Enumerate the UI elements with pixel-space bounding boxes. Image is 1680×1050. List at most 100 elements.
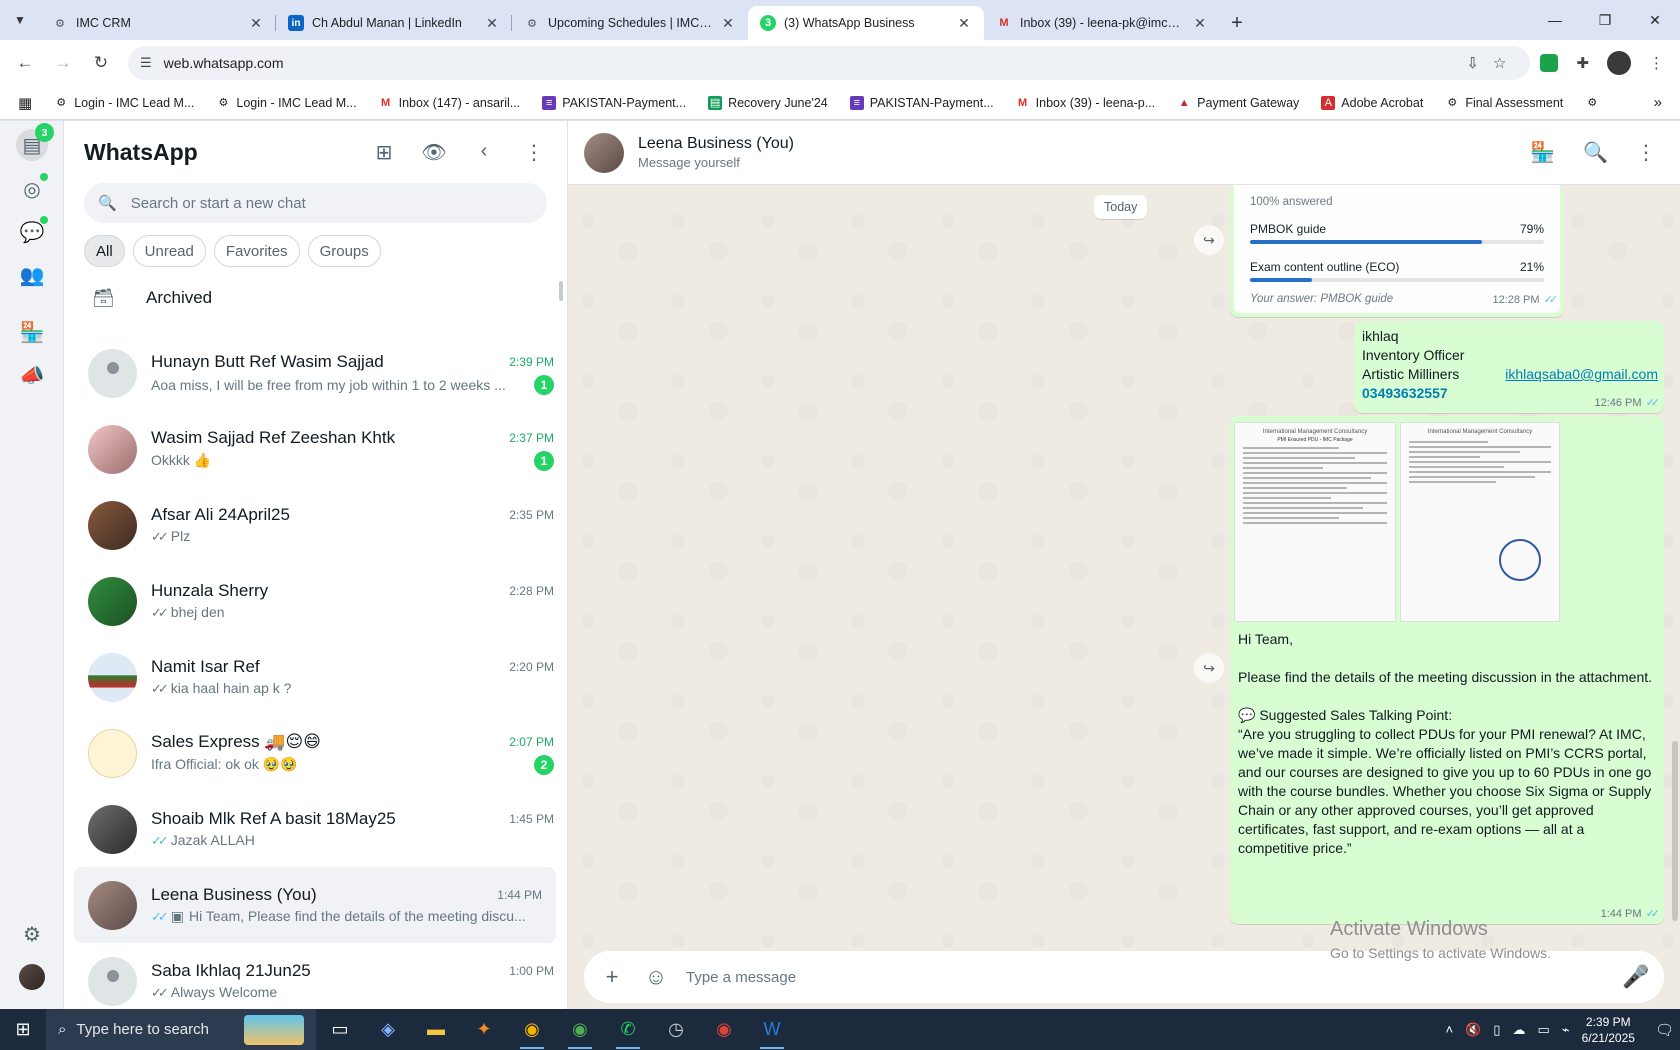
menu-kebab-icon[interactable]: ⋮	[1636, 140, 1656, 165]
taskbar-search[interactable]: ⌕ Type here to search	[46, 1009, 316, 1050]
filter-all[interactable]: All	[84, 235, 125, 267]
chrome-icon[interactable]: ◉	[508, 1009, 556, 1050]
new-chat-icon[interactable]: ⊞	[371, 140, 397, 165]
install-app-icon[interactable]: ⇩	[1466, 54, 1479, 72]
extensions-puzzle-icon[interactable]: ✚	[1576, 54, 1589, 72]
contact-avatar[interactable]	[584, 132, 624, 173]
communities-icon[interactable]: 👥	[16, 259, 48, 291]
chats-icon[interactable]: ▤ 3	[16, 123, 54, 161]
sticker-emoji-icon[interactable]: ☺	[642, 964, 670, 990]
browser-tab-linkedin[interactable]: in Ch Abdul Manan | LinkedIn ✕	[276, 6, 512, 40]
notifications-icon[interactable]: 🗨	[1655, 1021, 1674, 1039]
catalog-store-icon[interactable]: 🏪	[1530, 140, 1555, 165]
settings-gear-icon[interactable]: ⚙	[16, 918, 48, 950]
default-avatar-icon[interactable]	[88, 956, 137, 1006]
document-thumbnail[interactable]: International Management Consultancy	[1400, 422, 1560, 622]
bookmark-star-icon[interactable]: ☆	[1493, 54, 1506, 72]
taskbar-clock[interactable]: 2:39 PM 6/21/2025	[1582, 1014, 1635, 1046]
apps-grid-icon[interactable]: ▦	[10, 94, 40, 112]
app-blue-orange-icon[interactable]: ✦	[460, 1009, 508, 1050]
search-icon[interactable]: 🔍	[1583, 140, 1608, 165]
weather-cloud-icon[interactable]: ☁	[1512, 1022, 1525, 1038]
close-tab-icon[interactable]: ✕	[484, 15, 500, 32]
browser-tab-whatsapp[interactable]: 3 (3) WhatsApp Business ✕	[748, 6, 984, 40]
word-icon[interactable]: W	[748, 1009, 796, 1050]
bookmark-item[interactable]: M Inbox (39) - leena-p...	[1008, 96, 1164, 110]
forward-icon[interactable]: ↪	[1194, 225, 1224, 255]
more-bookmarks-icon[interactable]: »	[1646, 94, 1670, 111]
close-tab-icon[interactable]: ✕	[956, 15, 972, 32]
browser-tab-schedules[interactable]: ⚙ Upcoming Schedules | IMC Certif ✕	[512, 6, 748, 40]
bookmark-item[interactable]: ⚙ Login - IMC Lead M...	[208, 96, 364, 110]
poll-message[interactable]: 100% answered PMBOK guide 79% Exam conte…	[1230, 185, 1564, 317]
microphone-icon[interactable]: 🎤	[1622, 964, 1650, 990]
conversation-scrollbar[interactable]	[1672, 741, 1678, 921]
hide-eye-icon[interactable]: 👁	[421, 140, 447, 165]
browser-tab-gmail[interactable]: M Inbox (39) - leena-pk@imccertif ✕	[984, 6, 1220, 40]
chat-list-item[interactable]: Sales Express 🚚😌😄 2:07 PM Ifra Official: o…	[64, 715, 568, 791]
search-box[interactable]: 🔍	[84, 183, 547, 223]
catalog-store-icon[interactable]: 🏪	[16, 316, 48, 348]
forward-icon[interactable]: ↪	[1194, 653, 1224, 683]
chat-avatar[interactable]	[88, 500, 137, 550]
network-icon[interactable]: ⌁	[1562, 1022, 1570, 1038]
tray-device-icon[interactable]: ▯	[1493, 1022, 1500, 1038]
tab-search-button[interactable]: ▼	[0, 0, 40, 40]
bookmark-item[interactable]: ▤ Recovery June'24	[700, 95, 836, 110]
copilot-icon[interactable]: ◈	[364, 1009, 412, 1050]
close-window-icon[interactable]: ✕	[1630, 0, 1680, 40]
message-input[interactable]	[686, 968, 1606, 986]
status-icon[interactable]: ◎	[16, 173, 48, 205]
attach-plus-icon[interactable]: +	[598, 964, 626, 990]
forward-button[interactable]: →	[46, 46, 80, 80]
extension-green-icon[interactable]	[1540, 54, 1559, 72]
archived-row[interactable]: 🗃 Archived	[64, 273, 567, 323]
contact-email-link[interactable]: ikhlaqsaba0@gmail.com	[1505, 365, 1658, 384]
minimize-icon[interactable]: —	[1530, 0, 1580, 40]
battery-icon[interactable]: ▭	[1537, 1022, 1549, 1038]
tray-chevron-up-icon[interactable]: ˄	[1446, 1022, 1454, 1037]
task-view-icon[interactable]: ▭	[316, 1009, 364, 1050]
whatsapp-icon[interactable]: ✆	[604, 1009, 652, 1050]
my-profile-avatar[interactable]	[19, 964, 45, 990]
chat-avatar[interactable]	[88, 576, 137, 626]
bookmark-item[interactable]: ▲ Payment Gateway	[1169, 96, 1307, 110]
reload-button[interactable]: ↻	[84, 46, 118, 80]
filter-favorites[interactable]: Favorites	[213, 235, 300, 267]
chat-list-item[interactable]: Namit Isar Ref 2:20 PM ✓✓ kia haal hain ap …	[64, 639, 568, 715]
browser-tab-imc-crm[interactable]: ⚙ IMC CRM ✕	[40, 6, 276, 40]
document-thumbnail[interactable]: International Management Consultancy PMI…	[1234, 422, 1396, 622]
chevron-left-icon[interactable]: ‹	[471, 140, 497, 165]
new-tab-button[interactable]: +	[1220, 6, 1254, 40]
profile-avatar[interactable]	[1607, 51, 1631, 75]
close-tab-icon[interactable]: ✕	[248, 15, 264, 32]
chat-list-item[interactable]: Shoaib Mlk Ref A basit 18May25 1:45 PM ✓✓ J…	[64, 791, 568, 867]
chat-list-item[interactable]: Hunayn Butt Ref Wasim Sajjad 2:39 PM Aoa m…	[64, 335, 568, 411]
chrome-icon[interactable]: ◉	[700, 1009, 748, 1050]
chat-list-scrollbar[interactable]	[559, 281, 563, 301]
contact-card-message[interactable]: ikhlaq Inventory Officer Artistic Millin…	[1354, 321, 1664, 413]
chat-list-item[interactable]: Saba Ikhlaq 21Jun25 1:00 PM ✓✓ Always Welco…	[64, 943, 568, 1019]
chat-list-item[interactable]: Afsar Ali 24April25 2:35 PM ✓✓ Plz	[64, 487, 568, 563]
channels-icon[interactable]: 💬	[16, 216, 48, 248]
bookmark-item[interactable]: ≡ PAKISTAN-Payment...	[842, 95, 1002, 110]
chat-avatar[interactable]	[88, 880, 137, 930]
chat-avatar[interactable]	[88, 804, 137, 854]
text-message-with-attachments[interactable]: International Management Consultancy PMI…	[1230, 416, 1664, 924]
bookmark-item[interactable]: ≡ PAKISTAN-Payment...	[534, 95, 694, 110]
chat-list-item[interactable]: Wasim Sajjad Ref Zeeshan Khtk 2:37 PM Okkk…	[64, 411, 568, 487]
back-button[interactable]: ←	[8, 46, 42, 80]
contact-info[interactable]: Leena Business (You) Message yourself	[638, 135, 1530, 170]
search-input[interactable]	[130, 194, 533, 212]
bookmark-item[interactable]: ⚙ Login - IMC Lead M...	[46, 96, 202, 110]
menu-kebab-icon[interactable]: ⋮	[521, 140, 547, 165]
bookmark-item[interactable]: A Adobe Acrobat	[1313, 95, 1431, 110]
chat-avatar[interactable]	[88, 424, 137, 474]
bookmark-item[interactable]: ⚙ Final Assessment	[1437, 96, 1571, 110]
chat-list-item[interactable]: Leena Business (You) 1:44 PM ✓✓ ▣ Hi Team, P…	[74, 867, 556, 943]
close-tab-icon[interactable]: ✕	[1192, 15, 1208, 32]
clock-app-icon[interactable]: ◷	[652, 1009, 700, 1050]
chat-avatar[interactable]	[88, 652, 137, 702]
site-info-icon[interactable]: ☰	[140, 55, 152, 71]
filter-unread[interactable]: Unread	[132, 235, 206, 267]
